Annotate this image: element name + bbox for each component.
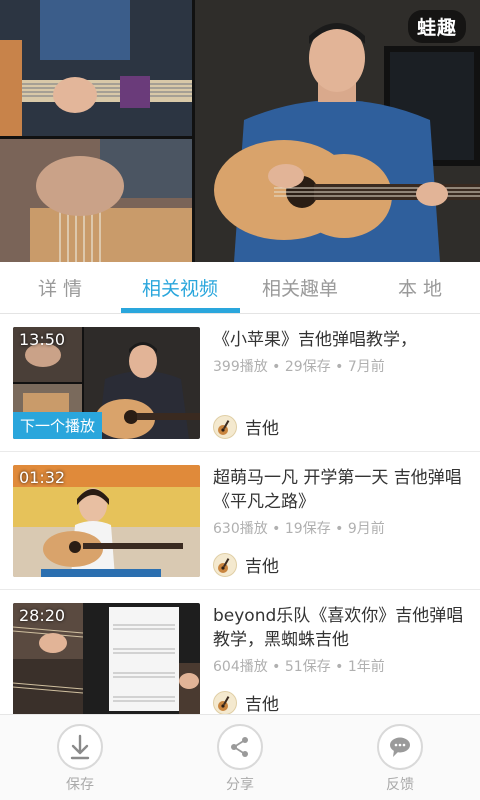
feedback-button[interactable]: 反馈: [320, 715, 480, 800]
watermark-logo: 蛙趣: [407, 10, 466, 43]
video-thumbnail[interactable]: 01:32: [13, 465, 200, 577]
download-icon: [57, 724, 103, 770]
tab-details[interactable]: 详 情: [0, 262, 120, 313]
pane-divider-vertical: [192, 0, 195, 262]
author-name: 吉他: [245, 419, 279, 439]
feedback-label: 反馈: [386, 777, 414, 793]
guitar-avatar-icon: [213, 552, 237, 577]
video-thumbnail[interactable]: 28:20: [13, 603, 200, 714]
pane-divider-horizontal: [0, 136, 194, 139]
tab-local[interactable]: 本 地: [360, 262, 480, 313]
related-video-list: 13:50 下一个播放 《小苹果》吉他弹唱教学， 399播放 • 29保存 • …: [0, 314, 480, 714]
video-duration: 13:50: [19, 330, 66, 349]
video-list-item[interactable]: 13:50 下一个播放 《小苹果》吉他弹唱教学， 399播放 • 29保存 • …: [0, 314, 480, 452]
guitar-avatar-icon: [213, 690, 237, 714]
video-list-item[interactable]: 01:32 超萌马一凡 开学第一天 吉他弹唱《平凡之路》 630播放 • 19保…: [0, 452, 480, 590]
video-duration: 01:32: [19, 468, 66, 487]
video-title: 《小苹果》吉他弹唱教学，: [213, 330, 417, 350]
video-pane-fretboard: [0, 0, 194, 138]
tab-related-playlists[interactable]: 相关趣单: [240, 262, 360, 313]
video-author[interactable]: 吉他: [213, 552, 279, 577]
tab-bar: 详 情 相关视频 相关趣单 本 地: [0, 262, 480, 314]
author-name: 吉他: [245, 557, 279, 577]
tab-related-videos[interactable]: 相关视频: [120, 262, 240, 313]
video-author[interactable]: 吉他: [213, 414, 279, 439]
video-stats: 604播放 • 51保存 • 1年前: [213, 659, 385, 675]
share-button[interactable]: 分享: [160, 715, 320, 800]
video-stats: 399播放 • 29保存 • 7月前: [213, 359, 385, 375]
share-icon: [217, 724, 263, 770]
save-button[interactable]: 保存: [0, 715, 160, 800]
video-stats: 630播放 • 19保存 • 9月前: [213, 521, 385, 537]
video-pane-strumming: [0, 138, 194, 262]
share-label: 分享: [226, 777, 254, 793]
video-title: beyond乐队《喜欢你》吉他弹唱教学，黑蜘蛛吉他: [213, 606, 464, 650]
play-next-badge: 下一个播放: [13, 412, 103, 439]
video-title: 超萌马一凡 开学第一天 吉他弹唱《平凡之路》: [213, 468, 462, 512]
video-author[interactable]: 吉他: [213, 690, 279, 714]
guitar-avatar-icon: [213, 414, 237, 439]
video-player[interactable]: 蛙趣: [0, 0, 480, 262]
video-duration: 28:20: [19, 606, 66, 625]
video-list-item[interactable]: 28:20 beyond乐队《喜欢你》吉他弹唱教学，黑蜘蛛吉他 604播放 • …: [0, 590, 480, 714]
video-thumbnail[interactable]: 13:50 下一个播放: [13, 327, 200, 439]
bottom-toolbar: 保存 分享 反馈: [0, 714, 480, 800]
save-label: 保存: [66, 777, 94, 793]
comment-icon: [377, 724, 423, 770]
author-name: 吉他: [245, 695, 279, 714]
